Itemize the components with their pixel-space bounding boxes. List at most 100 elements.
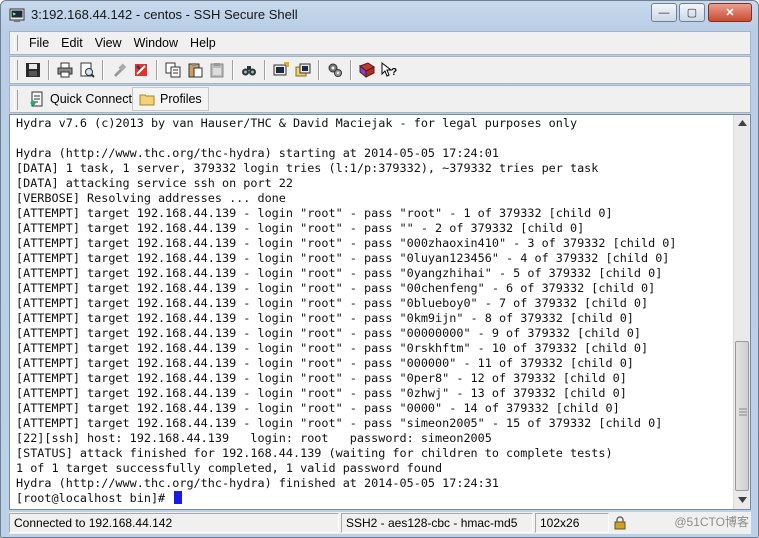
toolbar-separator	[264, 60, 266, 80]
terminal-line: 1 of 1 target successfully completed, 1 …	[16, 461, 443, 475]
scroll-up-button[interactable]	[734, 115, 750, 131]
settings-gear-icon	[328, 63, 342, 77]
menu-window[interactable]: Window	[129, 32, 185, 54]
terminal-line: [STATUS] attack finished for 192.168.44.…	[16, 446, 613, 460]
disconnect-button[interactable]	[108, 59, 130, 81]
quick-connect-icon	[30, 91, 43, 107]
terminal-line: Hydra (http://www.thc.org/thc-hydra) fin…	[16, 476, 499, 490]
minimize-button[interactable]: —	[651, 3, 677, 22]
terminal-line: Hydra v7.6 (c)2013 by van Hauser/THC & D…	[16, 116, 578, 130]
paste-disabled-button[interactable]	[206, 59, 228, 81]
terminal-line: [ATTEMPT] target 192.168.44.139 - login …	[16, 341, 649, 355]
menu-help[interactable]: Help	[185, 32, 223, 54]
save-icon	[26, 63, 40, 77]
copy-icon	[165, 62, 181, 78]
menu-file[interactable]: File	[24, 32, 56, 54]
ssh-terminal-icon	[9, 8, 25, 22]
profile-bar: Quick Connect Profiles	[9, 85, 751, 113]
toolbar-separator	[318, 60, 320, 80]
settings-button[interactable]	[130, 59, 152, 81]
settings-gear-button[interactable]	[324, 59, 346, 81]
save-button[interactable]	[22, 59, 44, 81]
svg-text:?: ?	[391, 67, 397, 78]
chevron-up-icon	[737, 120, 747, 126]
scroll-down-button[interactable]	[734, 492, 750, 508]
close-icon: ✕	[725, 7, 735, 19]
find-icon	[242, 66, 256, 76]
paste-button[interactable]	[184, 59, 206, 81]
terminal-line: [ATTEMPT] target 192.168.44.139 - login …	[16, 401, 620, 415]
print-preview-icon	[80, 62, 95, 78]
find-button[interactable]	[238, 59, 260, 81]
chevron-down-icon	[737, 497, 747, 503]
maximize-icon: ▢	[686, 7, 698, 19]
terminal-line: [ATTEMPT] target 192.168.44.139 - login …	[16, 356, 634, 370]
terminal-line: [ATTEMPT] target 192.168.44.139 - login …	[16, 371, 627, 385]
scroll-thumb[interactable]	[735, 341, 749, 491]
print-button[interactable]	[54, 59, 76, 81]
print-preview-button[interactable]	[76, 59, 98, 81]
terminal-line: [ATTEMPT] target 192.168.44.139 - login …	[16, 311, 634, 325]
grip-icon	[739, 408, 747, 416]
terminal-line: [VERBOSE] Resolving addresses ... done	[16, 191, 286, 205]
terminal-line: [ATTEMPT] target 192.168.44.139 - login …	[16, 281, 656, 295]
terminal-pane[interactable]: Hydra v7.6 (c)2013 by van Hauser/THC & D…	[9, 114, 751, 510]
help-icon	[359, 62, 375, 78]
vertical-scrollbar[interactable]	[733, 115, 750, 509]
profilebar-grip[interactable]	[14, 90, 18, 110]
terminal-line: [ATTEMPT] target 192.168.44.139 - login …	[16, 236, 677, 250]
print-icon	[57, 62, 73, 78]
status-bar: Connected to 192.168.44.142 SSH2 - aes12…	[9, 512, 751, 534]
terminal-line: [ATTEMPT] target 192.168.44.139 - login …	[16, 251, 670, 265]
menu-view[interactable]: View	[90, 32, 129, 54]
title-bar[interactable]: 3:192.168.44.142 - centos - SSH Secure S…	[1, 1, 758, 29]
terminal-line: [ATTEMPT] target 192.168.44.139 - login …	[16, 386, 627, 400]
menu-grip[interactable]	[14, 35, 18, 51]
maximize-button[interactable]: ▢	[679, 3, 705, 22]
terminal-line: Hydra (http://www.thc.org/thc-hydra) sta…	[16, 146, 499, 160]
terminal-line: [ATTEMPT] target 192.168.44.139 - login …	[16, 266, 663, 280]
minimize-icon: —	[658, 6, 670, 19]
menu-bar: File Edit View Window Help	[9, 31, 751, 55]
copy-button[interactable]	[162, 59, 184, 81]
new-terminal-icon	[273, 62, 289, 76]
toolbar-separator	[102, 60, 104, 80]
paste-icon	[188, 63, 203, 78]
terminal-line: [DATA] 1 task, 1 server, 379332 login tr…	[16, 161, 599, 175]
terminal-line: [ATTEMPT] target 192.168.44.139 - login …	[16, 206, 613, 220]
window-title: 3:192.168.44.142 - centos - SSH Secure S…	[31, 7, 298, 22]
shell-prompt: [root@localhost bin]#	[16, 491, 173, 505]
terminal-line: [ATTEMPT] target 192.168.44.139 - login …	[16, 221, 585, 235]
ssh-window: 3:192.168.44.142 - centos - SSH Secure S…	[0, 0, 759, 538]
menu-edit[interactable]: Edit	[56, 32, 90, 54]
toolbar-grip[interactable]	[14, 60, 18, 80]
terminal-prompt-line: [root@localhost bin]#	[16, 491, 728, 506]
quick-connect-label: Quick Connect	[50, 92, 132, 106]
new-file-transfer-button[interactable]	[292, 59, 314, 81]
toolbar-separator	[350, 60, 352, 80]
status-connection: Connected to 192.168.44.142	[9, 513, 339, 533]
close-button[interactable]: ✕	[708, 3, 752, 22]
profiles-button[interactable]: Profiles	[132, 87, 209, 111]
terminal-line: [DATA] attacking service ssh on port 22	[16, 176, 293, 190]
help-button[interactable]	[356, 59, 378, 81]
terminal-line: [ATTEMPT] target 192.168.44.139 - login …	[16, 416, 663, 430]
toolbar-separator	[156, 60, 158, 80]
profiles-label: Profiles	[160, 92, 202, 106]
disconnect-icon	[114, 63, 127, 77]
paste-disabled-icon	[210, 63, 224, 78]
lock-icon	[611, 514, 629, 532]
settings-icon	[135, 64, 147, 76]
whats-this-icon: ?	[381, 62, 397, 78]
terminal-line: [ATTEMPT] target 192.168.44.139 - login …	[16, 296, 649, 310]
whats-this-button[interactable]: ?	[378, 59, 400, 81]
toolbar-separator	[232, 60, 234, 80]
terminal-output: Hydra v7.6 (c)2013 by van Hauser/THC & D…	[16, 116, 728, 506]
terminal-cursor	[174, 491, 183, 504]
folder-icon	[139, 94, 155, 106]
terminal-line: [ATTEMPT] target 192.168.44.139 - login …	[16, 326, 642, 340]
quick-connect-button[interactable]: Quick Connect	[22, 87, 139, 111]
toolbar-separator	[48, 60, 50, 80]
new-terminal-button[interactable]	[270, 59, 292, 81]
